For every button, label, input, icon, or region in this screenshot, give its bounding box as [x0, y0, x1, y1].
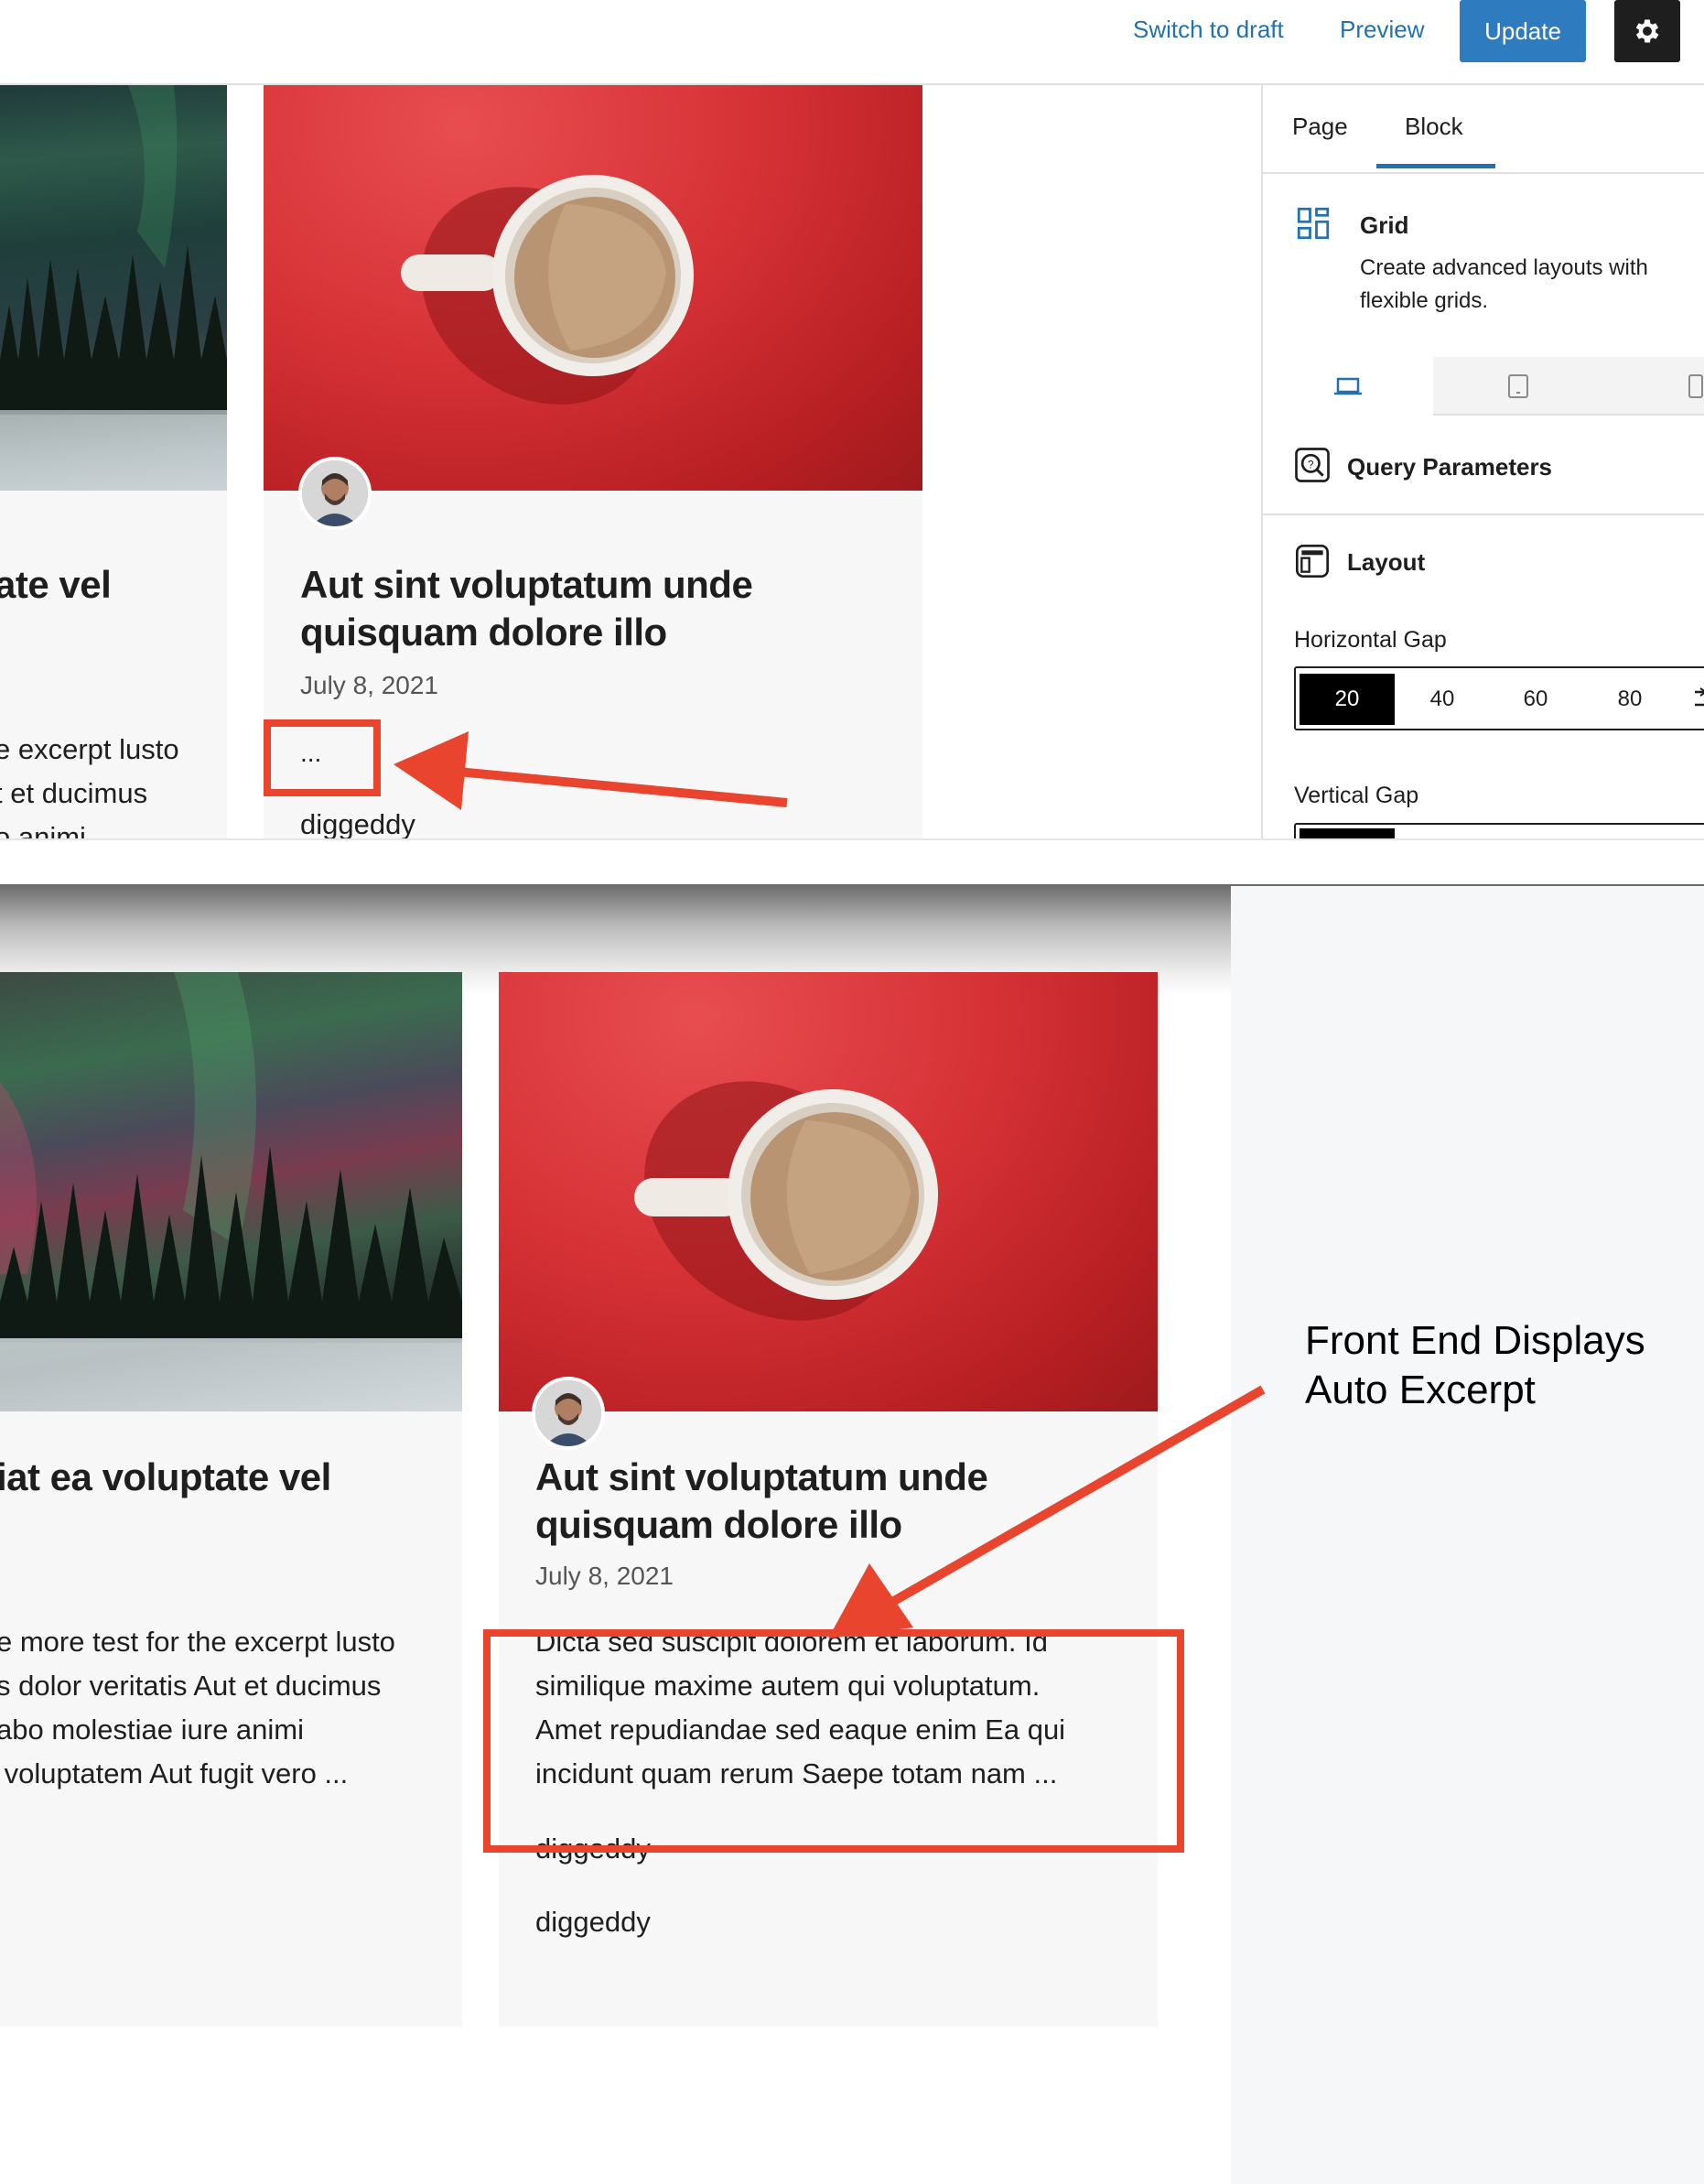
gap-option-40[interactable]: 40 — [1395, 674, 1490, 725]
mobile-icon — [1688, 374, 1703, 398]
editor-canvas: ate vel e excerpt lusto t et ducimus o a… — [0, 85, 1261, 840]
grid-block-icon — [1297, 207, 1330, 240]
editor-screenshot: Switch to draft Preview Update ate vel e… — [0, 0, 1704, 840]
excerpt-line: t et ducimus — [0, 777, 148, 809]
mobile-tab[interactable] — [1603, 357, 1704, 416]
screenshot-gap — [0, 840, 1704, 886]
excerpt-line: o animi — [0, 821, 86, 839]
excerpt-line: e more test for the excerpt lusto — [0, 1626, 395, 1658]
post-author: diggeddy — [535, 1906, 651, 1938]
vertical-gap-label: Vertical Gap — [1294, 783, 1419, 808]
post-title[interactable]: Aut sint voluptatum unde quisquam dolore… — [300, 561, 868, 656]
post-title-fragment[interactable]: iat ea voluptate vel — [0, 1454, 331, 1501]
query-icon: ? — [1295, 448, 1330, 482]
update-button[interactable]: Update — [1460, 0, 1586, 62]
excerpt-line: s dolor veritatis Aut et ducimus — [0, 1670, 382, 1702]
tablet-icon — [1508, 374, 1528, 398]
annotation-label: Front End Displays Auto Excerpt — [1305, 1318, 1645, 1412]
coffee-cup-image — [499, 972, 1158, 1411]
panel-divider — [1263, 514, 1704, 515]
tablet-tab[interactable] — [1433, 357, 1603, 416]
post-card-left[interactable]: ate vel e excerpt lusto t et ducimus o a… — [0, 85, 227, 839]
horizontal-gap-selector: 20 40 60 80 — [1294, 666, 1704, 730]
gap-option-80[interactable]: 80 — [1582, 674, 1677, 725]
switch-to-draft-button[interactable]: Switch to draft — [1133, 15, 1284, 44]
frontend-screenshot: iat ea voluptate vel e more test for the… — [0, 886, 1704, 2184]
excerpt-line: abo molestiae iure animi — [0, 1714, 305, 1746]
active-tab-indicator — [1376, 164, 1495, 168]
layout-panel-toggle[interactable]: Layout — [1347, 548, 1425, 577]
gap-option-20[interactable]: 20 — [1300, 674, 1395, 725]
aurora-forest-image — [0, 972, 462, 1411]
frontend-sidebar-area — [1231, 886, 1704, 2184]
desktop-tab[interactable] — [1263, 357, 1433, 416]
excerpt-line: e excerpt lusto — [0, 733, 179, 765]
post-date: July 8, 2021 — [535, 1562, 674, 1590]
block-settings-sidebar: Page Block Grid Create advanced layouts … — [1261, 85, 1704, 840]
device-preview-tabs — [1263, 357, 1704, 416]
horizontal-gap-label: Horizontal Gap — [1294, 627, 1447, 653]
gear-icon — [1635, 19, 1659, 43]
excerpt-highlight-box — [264, 719, 381, 796]
block-description: Create advanced layouts with flexible gr… — [1360, 255, 1648, 313]
auto-excerpt-highlight-box — [483, 1629, 1184, 1853]
post-date: July 8, 2021 — [300, 671, 438, 699]
tab-page[interactable]: Page — [1292, 113, 1348, 141]
svg-text:?: ? — [1308, 459, 1314, 470]
tab-block[interactable]: Block — [1405, 113, 1463, 141]
preview-button[interactable]: Preview — [1340, 15, 1424, 44]
coffee-cup-image — [264, 85, 922, 491]
chevron-right-icon[interactable] — [1691, 685, 1704, 712]
settings-button[interactable] — [1614, 0, 1680, 62]
editor-top-toolbar: Switch to draft Preview Update — [0, 0, 1704, 85]
query-parameters-panel-toggle[interactable]: Query Parameters — [1347, 453, 1552, 481]
layout-icon — [1296, 545, 1329, 578]
tabs-divider — [1263, 172, 1704, 174]
excerpt-line: voluptatem Aut fugit vero ... — [0, 1757, 349, 1789]
block-title: Grid — [1360, 211, 1409, 239]
annotation-arrow — [394, 731, 788, 810]
frontend-post-card-left[interactable]: iat ea voluptate vel e more test for the… — [0, 972, 462, 2027]
author-avatar — [532, 1377, 605, 1450]
annotation-arrow — [828, 1385, 1266, 1638]
post-title-fragment: ate vel — [0, 563, 112, 606]
aurora-forest-image — [0, 85, 227, 491]
desktop-icon — [1334, 377, 1362, 395]
gap-option-60[interactable]: 60 — [1488, 674, 1583, 725]
author-avatar — [298, 457, 372, 530]
